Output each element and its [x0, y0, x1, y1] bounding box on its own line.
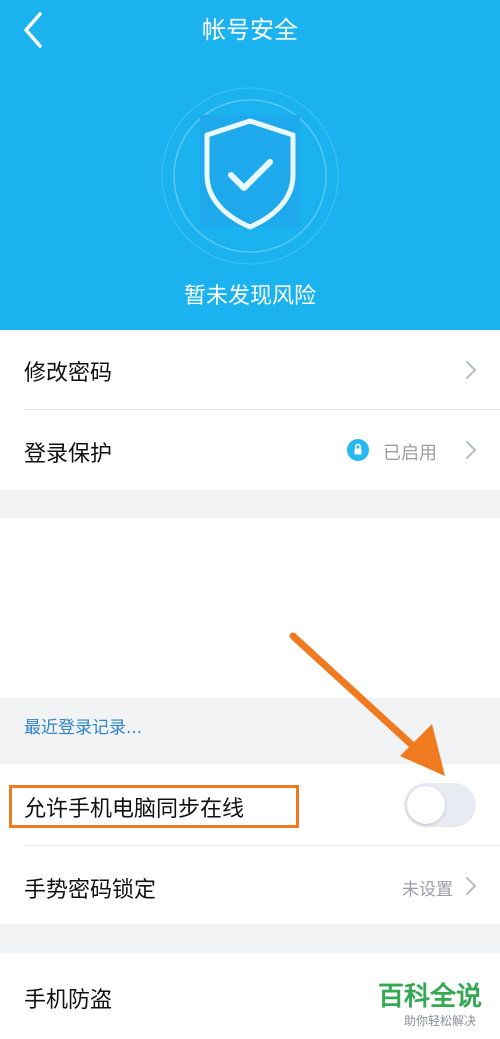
chevron-right-icon [466, 441, 476, 459]
empty-panel [0, 518, 500, 698]
highlight-annotation [9, 785, 299, 828]
watermark-logo: 百科全说 [377, 982, 482, 1012]
gesture-lock-status: 未设置 [402, 880, 453, 900]
recent-login-link[interactable]: 最近登录记录... [24, 713, 142, 738]
gesture-lock-row[interactable]: 手势密码锁定 未设置 [0, 846, 500, 924]
login-protection-row[interactable]: 登录保护 已启用 [0, 410, 500, 490]
anti-theft-label: 手机防盗 [24, 988, 113, 1013]
page-title: 帐号安全 [202, 16, 298, 44]
recent-login-row: 最近登录记录... [0, 698, 500, 764]
gesture-lock-label: 手势密码锁定 [24, 878, 157, 903]
sync-online-toggle[interactable] [404, 783, 476, 827]
change-password-row[interactable]: 修改密码 [0, 330, 500, 410]
security-status-text: 暂未发现风险 [183, 284, 316, 309]
login-protection-label: 登录保护 [24, 442, 113, 467]
shield-check-icon [161, 87, 339, 265]
chevron-right-icon [466, 877, 476, 895]
login-protection-status: 已启用 [383, 443, 437, 464]
chevron-right-icon [466, 361, 476, 379]
change-password-label: 修改密码 [24, 361, 113, 386]
security-hero: 帐号安全 暂未发现风险 [0, 0, 500, 330]
shield-graphic [159, 85, 341, 267]
toggle-knob [407, 786, 445, 824]
watermark-tagline: 助你轻松解决 [403, 1014, 476, 1028]
lock-icon [347, 439, 369, 461]
